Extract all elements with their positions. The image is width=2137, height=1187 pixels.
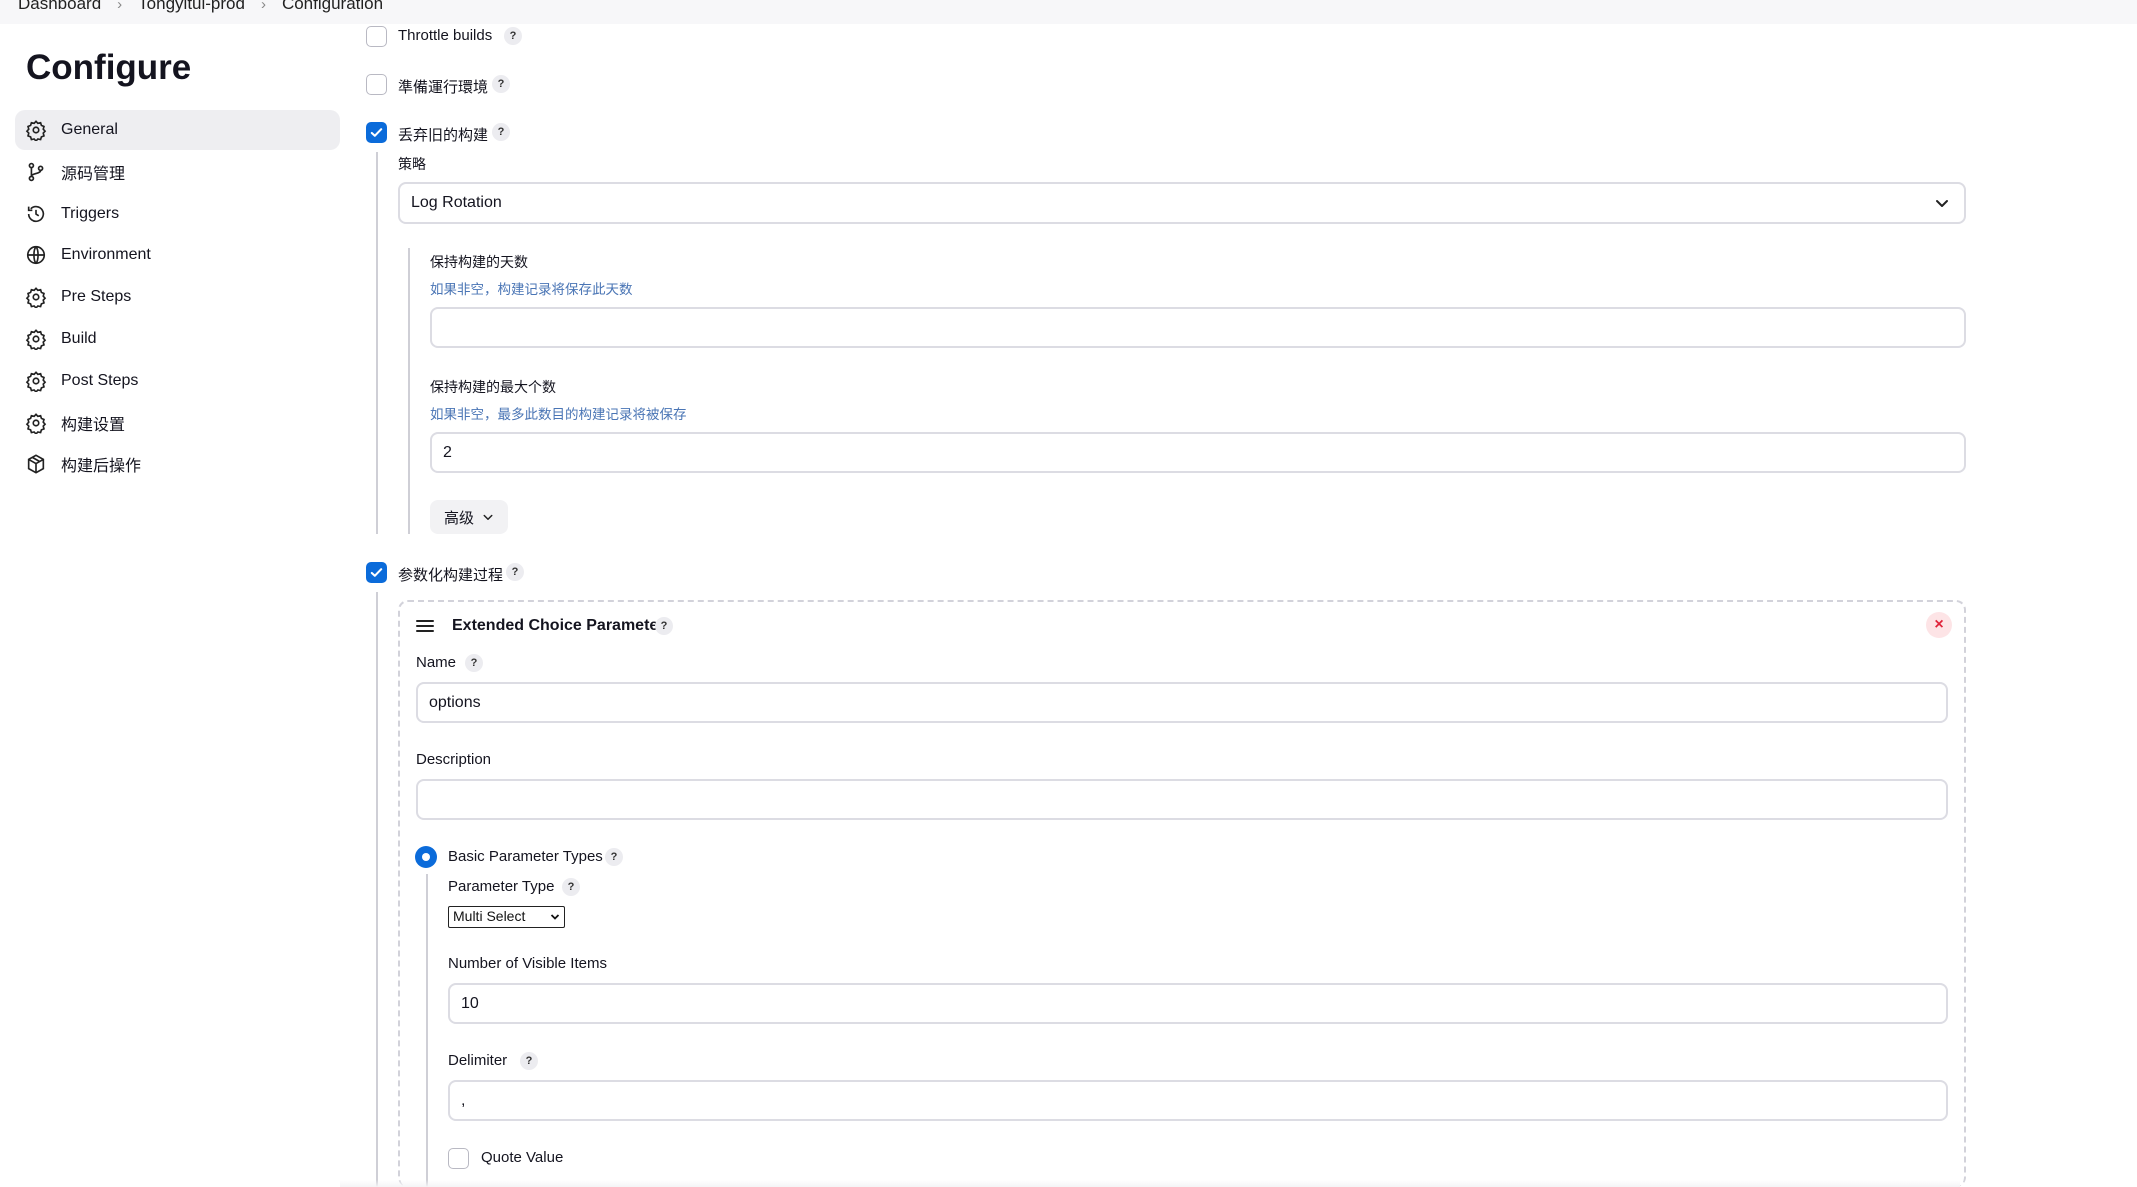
sidebar-item-scm[interactable]: 源码管理 [15,152,340,192]
description-label: Description [416,751,492,768]
sidebar-item-label: 构建设置 [61,416,126,434]
breadcrumb-dashboard[interactable]: Dashboard [18,0,101,14]
section-indent-line [376,152,378,534]
gear-icon [25,412,47,434]
name-input[interactable]: options [416,682,1948,723]
help-icon[interactable]: ? [504,27,522,45]
check-icon [370,568,383,577]
gear-icon [25,286,47,309]
section-indent-line [376,592,378,1187]
advanced-button[interactable]: 高级 [430,500,509,534]
parameterized-build-label: 参数化构建过程 [398,567,504,584]
parameter-title: Extended Choice Parameter [452,617,665,634]
visible-items-label: Number of Visible Items [448,955,607,972]
package-icon [25,453,47,475]
sidebar-item-label: Post Steps [61,371,139,389]
strategy-select-value: Log Rotation [411,194,502,211]
sidebar-item-build[interactable]: Build [15,319,340,359]
prepare-env-label: 準備運行環境 [398,79,489,96]
help-icon[interactable]: ? [562,878,580,896]
sidebar-item-label: Build [61,329,97,347]
help-icon[interactable]: ? [655,617,673,635]
sidebar-item-pre-steps[interactable]: Pre Steps [15,277,340,317]
max-builds-description: 如果非空，最多此数目的构建记录将被保存 [430,407,687,422]
breadcrumb-project[interactable]: Tongyitui-prod [138,0,245,14]
prepare-env-checkbox[interactable] [366,74,387,95]
delimiter-input[interactable]: , [448,1080,1948,1121]
breadcrumb: Dashboard › Tongyitui-prod › Configurati… [18,0,383,14]
discard-old-builds-label: 丢弃旧的构建 [398,127,489,144]
sidebar: General 源码管理 Triggers Environment Pre St… [15,110,340,486]
help-icon[interactable]: ? [492,123,510,141]
drag-handle-icon[interactable] [416,619,434,633]
parameter-type-select-value: Multi Select [453,908,526,924]
name-label: Name [416,654,457,671]
basic-parameter-types-label: Basic Parameter Types [448,848,603,865]
basic-parameter-types-radio[interactable] [415,846,437,868]
sidebar-item-label: 源码管理 [61,165,126,183]
strategy-select[interactable]: Log Rotation [398,182,1966,224]
sidebar-item-environment[interactable]: Environment [15,235,340,275]
sidebar-item-triggers[interactable]: Triggers [15,194,340,234]
sidebar-item-label: General [61,121,118,138]
gear-icon [25,119,47,141]
days-to-keep-input[interactable] [430,307,1966,348]
sidebar-item-post-steps[interactable]: Post Steps [15,361,340,401]
chevron-down-icon [550,914,560,920]
breadcrumb-configuration[interactable]: Configuration [282,0,383,14]
sidebar-item-build-settings[interactable]: 构建设置 [15,403,340,443]
close-icon[interactable]: × [1926,612,1952,638]
sidebar-item-post-build[interactable]: 构建后操作 [15,444,340,484]
help-icon[interactable]: ? [465,654,483,672]
sidebar-item-label: Environment [61,246,151,264]
scroll-fade [340,1180,1960,1187]
throttle-builds-label: Throttle builds [398,27,493,44]
throttle-builds-checkbox[interactable] [366,26,387,47]
advanced-button-label: 高级 [444,509,475,527]
discard-old-builds-checkbox[interactable] [366,122,387,143]
sidebar-item-label: Triggers [61,204,120,222]
max-builds-label: 保持构建的最大个数 [430,379,556,395]
help-icon[interactable]: ? [506,563,524,581]
visible-items-input[interactable]: 10 [448,983,1948,1024]
strategy-label: 策略 [398,156,426,172]
chevron-down-icon [483,514,493,520]
gear-icon [25,370,47,392]
globe-icon [25,244,47,266]
help-icon[interactable]: ? [492,75,510,93]
page-title: Configure [26,48,192,87]
subsection-indent-line [408,248,410,534]
parameter-type-select[interactable]: Multi Select [448,906,565,928]
top-bar: Dashboard › Tongyitui-prod › Configurati… [0,0,2137,24]
description-input[interactable] [416,779,1948,820]
chevron-down-icon [1936,200,1948,207]
delimiter-label: Delimiter [448,1052,508,1069]
help-icon[interactable]: ? [605,848,623,866]
max-builds-input[interactable]: 2 [430,432,1966,473]
days-to-keep-description: 如果非空，构建记录将保存此天数 [430,282,633,297]
clock-icon [25,203,47,225]
quote-value-checkbox[interactable] [448,1148,469,1169]
gear-icon [25,328,47,350]
sidebar-item-general[interactable]: General [15,110,340,150]
days-to-keep-label: 保持构建的天数 [430,254,528,270]
parameter-type-label: Parameter Type [448,878,555,895]
quote-value-label: Quote Value [481,1149,564,1166]
branch-icon [25,161,47,183]
parameterized-build-checkbox[interactable] [366,562,387,583]
help-icon[interactable]: ? [520,1052,538,1070]
sidebar-item-label: Pre Steps [61,288,132,306]
subsection-indent-line [426,874,428,1187]
sidebar-item-label: 构建后操作 [61,458,142,476]
chevron-right-icon: › [117,0,123,13]
chevron-right-icon: › [260,0,266,13]
check-icon [370,128,383,137]
